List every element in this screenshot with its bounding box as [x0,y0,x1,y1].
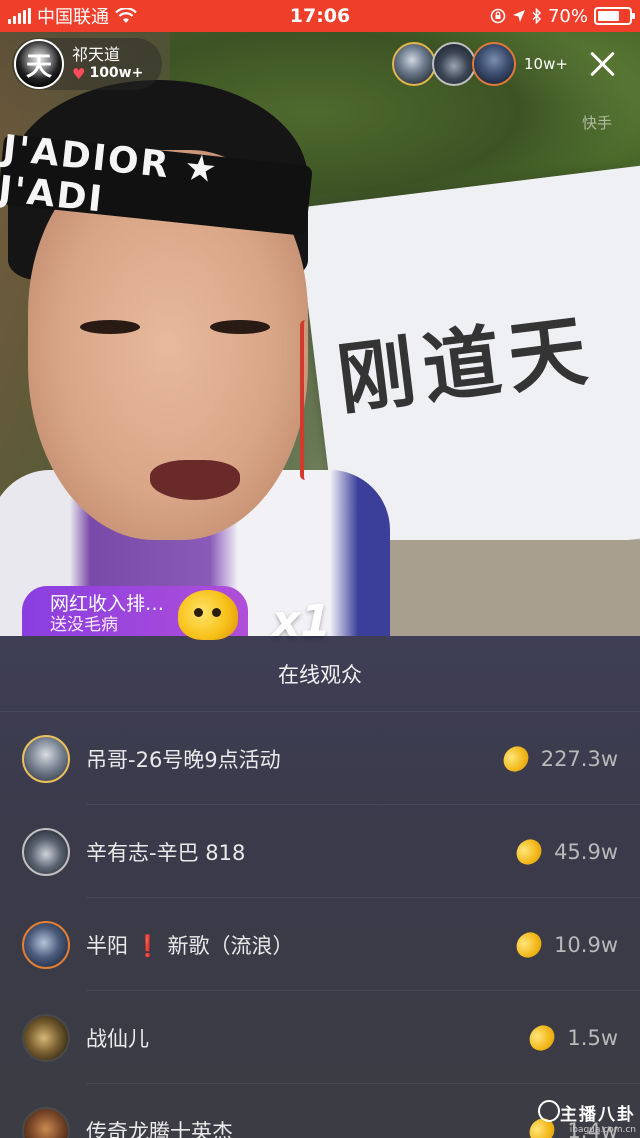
app-watermark: 快手 [582,114,613,132]
bean-icon [512,835,546,868]
audience-avatar[interactable] [22,734,70,783]
audience-list: 吊哥-26号晚9点活动 227.3w 辛有志-辛巴 818 45.9w 半阳 ❗… [0,712,640,1138]
gift-combo-count: x1 [272,596,331,647]
ground [380,540,640,636]
bean-icon [512,928,546,961]
calligraphy-text: 刚道天 [332,304,600,427]
status-bar: 中国联通 17:06 70% [0,0,640,32]
signal-icon [8,8,31,24]
score-value: 1.5w [567,1025,618,1050]
exclamation-icon: ❗ [134,933,161,958]
audience-avatar[interactable] [22,827,70,876]
bluetooth-icon [532,8,542,24]
audience-row[interactable]: 吊哥-26号晚9点活动 227.3w [0,712,640,805]
audience-name: 传奇龙腾十英杰 [86,1119,233,1138]
audience-score: 10.9w [512,928,618,961]
battery-icon [594,7,635,25]
audience-row[interactable]: 辛有志-辛巴 818 45.9w [0,805,640,898]
location-icon [512,10,525,22]
host-likes: ♥ 100w+ [72,65,143,83]
audience-name: 吊哥-26号晚9点活动 [86,747,281,772]
wifi-icon [115,8,137,23]
name-prefix: 半阳 [86,933,128,958]
score-value: 10.9w [554,932,618,957]
top-viewer-avatar[interactable] [472,42,516,86]
host-name: 祁天道 [72,45,121,65]
watermark-main: 主播八卦 [560,1105,636,1125]
name-suffix: 新歌（流浪） [167,933,294,958]
online-audience-sheet: 在线观众 吊哥-26号晚9点活动 227.3w 辛有志-辛巴 818 45.9w… [0,636,640,1138]
score-value: 45.9w [554,839,618,864]
audience-score: 45.9w [512,835,618,868]
audience-name: 战仙儿 [86,1026,149,1051]
live-video[interactable]: 刚道天 J'ADIOR ★ J'ADI [0,0,640,636]
host-avatar[interactable]: 天 [14,39,64,89]
audience-name: 辛有志-辛巴 818 [86,840,246,865]
gift-chick-icon [178,590,238,640]
streamer-mouth [150,460,240,500]
top-viewer-avatar[interactable] [432,42,476,86]
audience-row[interactable]: 战仙儿 1.5w [0,991,640,1084]
top-viewer-avatar[interactable] [392,42,436,86]
site-watermark: 主播八卦 ibagua.com.cn [540,1100,636,1138]
score-value: 227.3w [540,746,618,771]
streamer-eyes [80,320,280,340]
likes-count: 100w+ [89,65,144,82]
earphone-cable [300,320,310,480]
watermark-sub: ibagua.com.cn [569,1125,636,1135]
host-info-pill[interactable]: 天 祁天道 ♥ 100w+ [12,38,162,90]
bean-icon [525,1021,560,1054]
audience-avatar[interactable] [22,1013,70,1062]
audience-row[interactable]: 半阳 ❗ 新歌（流浪） 10.9w [0,898,640,991]
audience-avatar[interactable] [22,920,70,969]
audience-name: 半阳 ❗ 新歌（流浪） [86,930,516,960]
close-button[interactable] [582,44,622,84]
audience-avatar[interactable] [22,1106,70,1138]
clock: 17:06 [289,5,351,27]
sheet-title: 在线观众 [0,636,640,712]
bean-icon [498,742,533,775]
audience-score: 1.5w [525,1021,618,1054]
top-viewers[interactable]: 10w+ [392,42,568,86]
heart-icon: ♥ [72,64,86,83]
audience-score: 227.3w [498,742,618,775]
carrier-label: 中国联通 [37,7,109,28]
battery-percent: 70% [547,5,588,27]
orientation-lock-icon [490,8,506,24]
viewer-count[interactable]: 10w+ [524,55,568,73]
